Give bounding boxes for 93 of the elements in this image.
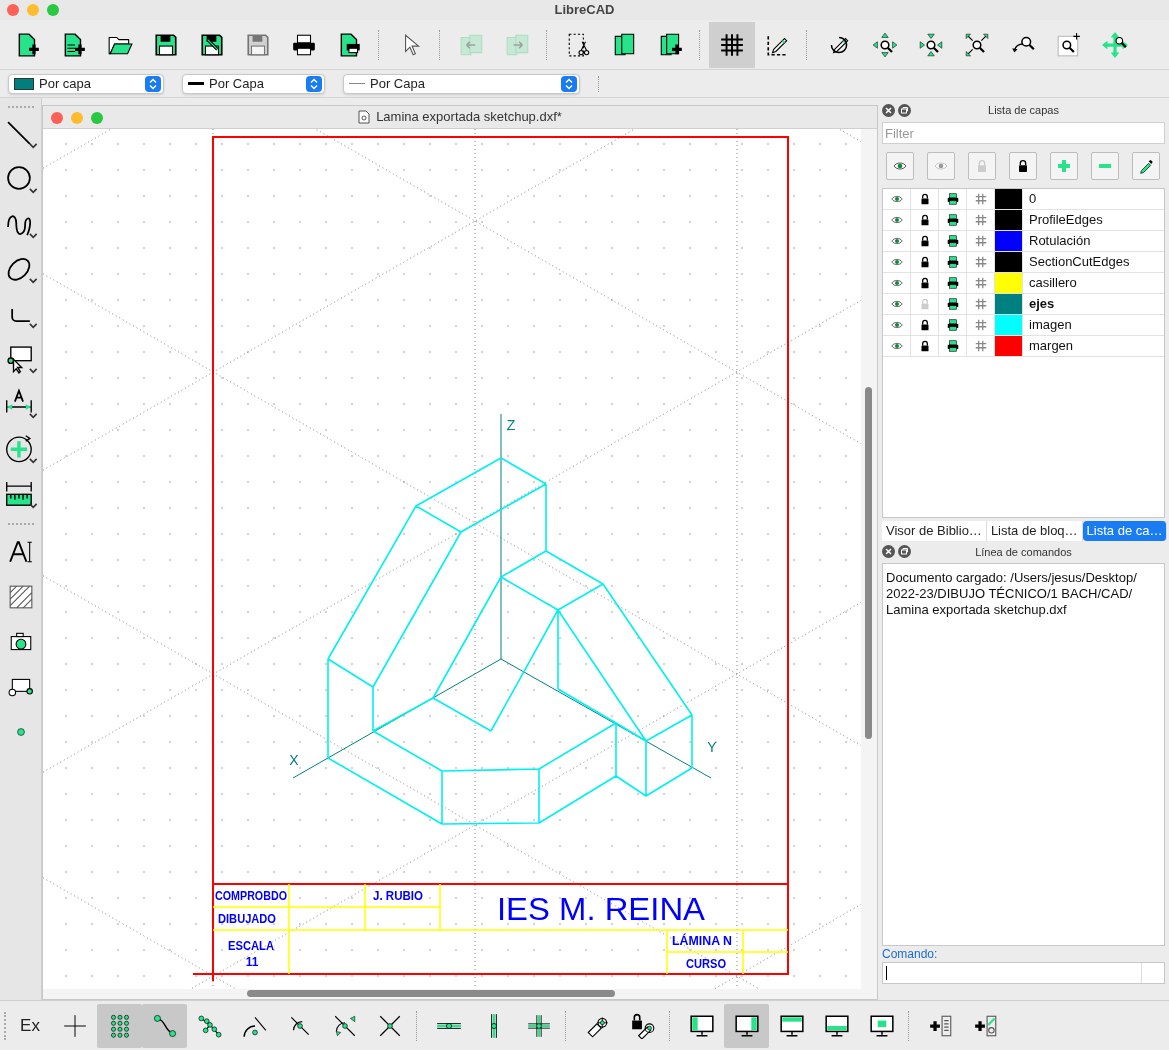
plus-icon bbox=[1056, 158, 1072, 174]
scrollbar-thumb[interactable] bbox=[865, 387, 872, 739]
command-field[interactable] bbox=[882, 962, 1165, 984]
float-icon[interactable] bbox=[898, 545, 911, 558]
close-icon[interactable] bbox=[882, 104, 895, 117]
title-block-text: ESCALA bbox=[228, 939, 278, 953]
horizontal-restrict-icon bbox=[435, 1021, 462, 1030]
printer-icon[interactable] bbox=[945, 192, 960, 206]
orthogonal-restrict-icon bbox=[525, 1012, 552, 1039]
axis-label: Z bbox=[506, 417, 516, 433]
vertical-restrict-icon bbox=[489, 1012, 498, 1039]
edit-button[interactable] bbox=[1132, 152, 1160, 180]
command-output: Documento cargado: /Users/jesus/Desktop/2022-23/DIBUJO TÉCNICO/1 BACH/CAD/Lamina exportada sketchup.dxf bbox=[886, 570, 1138, 618]
document-plus-icon bbox=[658, 31, 684, 58]
hash-icon[interactable] bbox=[973, 255, 988, 269]
float-icon[interactable] bbox=[898, 104, 911, 117]
entity-snap-icon bbox=[196, 1012, 223, 1039]
layer-name[interactable]: SectionCutEdges bbox=[1029, 252, 1130, 272]
dock-tab[interactable]: Visor de Biblio… bbox=[882, 521, 987, 541]
printer-icon[interactable] bbox=[945, 339, 960, 353]
chevron-icon bbox=[561, 75, 577, 92]
title-block-text: J. RUBIO bbox=[373, 889, 425, 903]
monitor-icon bbox=[778, 1012, 805, 1039]
title-block-text: LÁMINA N bbox=[672, 934, 731, 948]
axis-label: X bbox=[289, 752, 299, 768]
monitor-icon bbox=[823, 1012, 850, 1039]
floppy-disk-pencil-icon bbox=[199, 31, 225, 58]
lock-relative-zero-icon bbox=[629, 1012, 656, 1039]
axis-label: Y bbox=[707, 739, 717, 755]
hash-icon[interactable] bbox=[973, 213, 988, 227]
hash-icon[interactable] bbox=[973, 318, 988, 332]
hash-icon[interactable] bbox=[973, 276, 988, 290]
document-icon bbox=[358, 110, 371, 124]
dot-grid-button[interactable] bbox=[97, 1003, 142, 1048]
zoom-window-icon bbox=[1056, 31, 1082, 58]
chevron-icon bbox=[306, 75, 322, 92]
hash-icon[interactable] bbox=[973, 339, 988, 353]
title-block-text: COMPROBDO bbox=[215, 889, 296, 903]
monitor-icon bbox=[688, 1012, 715, 1039]
layer-name[interactable]: Rotulación bbox=[1029, 231, 1091, 251]
pencil-icon bbox=[1138, 158, 1154, 174]
color-swatch bbox=[14, 77, 34, 90]
layer-name[interactable]: ejes bbox=[1029, 294, 1055, 314]
lock-all-button[interactable] bbox=[1009, 152, 1037, 180]
hash-icon[interactable] bbox=[973, 234, 988, 248]
title-block-text: 11 bbox=[245, 955, 259, 969]
dock-tab[interactable]: Lista de bloq… bbox=[986, 521, 1083, 541]
panel-title: Línea de comandos bbox=[975, 544, 1072, 560]
title-block-text: CURSO bbox=[686, 957, 730, 971]
monitor-icon bbox=[733, 1012, 760, 1039]
panel-title: Lista de capas bbox=[988, 102, 1059, 118]
color-dropdown[interactable]: Por capa bbox=[8, 73, 164, 94]
zoom-out-icon bbox=[918, 31, 944, 58]
layer-name[interactable]: margen bbox=[1029, 336, 1074, 356]
endpoint-snap-button[interactable] bbox=[142, 1003, 187, 1048]
grid-icon bbox=[719, 31, 745, 58]
zoom-in-icon bbox=[872, 31, 898, 58]
monitor-icon bbox=[868, 1012, 895, 1039]
scissors-icon bbox=[566, 31, 592, 58]
school-name: IES M. REINA bbox=[497, 891, 700, 927]
dock-tab[interactable]: Lista de ca… bbox=[1082, 521, 1168, 541]
layer-name[interactable]: 0 bbox=[1029, 189, 1037, 209]
printer-icon[interactable] bbox=[945, 318, 960, 332]
printer-icon[interactable] bbox=[945, 276, 960, 290]
exclusive-snap-button[interactable]: Ex bbox=[8, 1003, 52, 1048]
line-width-dropdown[interactable]: Por Capa bbox=[182, 73, 325, 94]
crosshair-icon bbox=[61, 1012, 88, 1039]
line-sample bbox=[188, 82, 204, 85]
title-block-text: DIBUJADO bbox=[218, 912, 281, 926]
pan-icon bbox=[1102, 31, 1128, 58]
printer-icon[interactable] bbox=[945, 234, 960, 248]
filter-field[interactable]: Filter bbox=[882, 122, 1165, 144]
scrollbar-thumb[interactable] bbox=[247, 990, 615, 997]
layer-name[interactable]: casillero bbox=[1029, 273, 1077, 293]
zoom-fit-icon bbox=[964, 31, 990, 58]
hash-icon[interactable] bbox=[973, 297, 988, 311]
endpoint-snap-icon bbox=[151, 1012, 178, 1039]
printer-icon[interactable] bbox=[945, 213, 960, 227]
document-title: Lamina exportada sketchup.dxf* bbox=[376, 108, 562, 127]
printer-icon[interactable] bbox=[945, 297, 960, 311]
close-icon[interactable] bbox=[882, 545, 895, 558]
layer-name[interactable]: imagen bbox=[1029, 315, 1072, 335]
window-title: LibreCAD bbox=[554, 1, 615, 20]
chevron-icon bbox=[145, 75, 161, 92]
show-all-button[interactable] bbox=[886, 152, 914, 180]
grid-button[interactable] bbox=[709, 21, 755, 68]
hash-icon[interactable] bbox=[973, 192, 988, 206]
printer-icon[interactable] bbox=[945, 255, 960, 269]
layer-name[interactable]: ProfileEdges bbox=[1029, 210, 1103, 230]
monitor-button[interactable] bbox=[724, 1003, 769, 1048]
line-type-dropdown[interactable]: Por Capa bbox=[343, 73, 580, 94]
command-label: Comando: bbox=[882, 946, 939, 962]
line-sample bbox=[349, 83, 365, 84]
